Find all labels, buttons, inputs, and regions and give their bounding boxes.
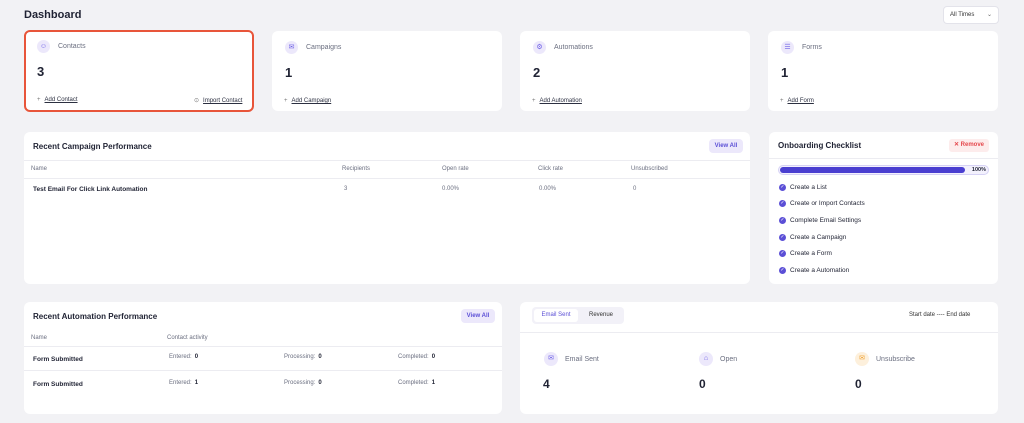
stat-label: Forms (802, 44, 822, 51)
entered-stat: Entered: 1 (169, 380, 199, 386)
divider (24, 370, 502, 371)
stats-tabs: Email Sent Revenue (532, 307, 624, 324)
recipients-value: 3 (344, 186, 348, 192)
open-rate-value: 0.00% (442, 186, 460, 192)
divider (24, 178, 750, 179)
add-form-link[interactable]: + Add Form (780, 98, 814, 104)
plus-icon: + (37, 97, 41, 103)
plus-icon: + (780, 98, 784, 104)
divider (24, 160, 750, 161)
plus-icon: + (284, 98, 288, 104)
time-filter-value: All Times (950, 12, 975, 18)
progress-label: 100% (971, 167, 986, 173)
metric-label: Email Sent (565, 356, 599, 363)
section-title: Onboarding Checklist (778, 141, 862, 150)
progress-bar: 100% (778, 165, 989, 175)
close-icon: ✕ (953, 142, 959, 148)
processing-stat: Processing: 0 (284, 354, 322, 360)
metric-value: 0 (699, 377, 706, 391)
onboarding-checklist-card: Onboarding Checklist ✕ Remove 100% ✓ Crea… (769, 132, 998, 284)
check-icon: ✓ (779, 217, 786, 224)
section-title: Recent Campaign Performance (33, 142, 152, 151)
divider (24, 346, 502, 347)
check-icon: ✓ (779, 250, 786, 257)
email-sent-icon: ✉ (544, 352, 558, 366)
mail-icon: ✉ (285, 41, 298, 54)
page-title: Dashboard (24, 9, 82, 21)
tab-email-sent[interactable]: Email Sent (534, 309, 578, 322)
column-header: Click rate (538, 166, 564, 172)
stat-value: 3 (37, 64, 45, 79)
stat-label: Contacts (58, 43, 86, 50)
stat-label: Automations (554, 44, 593, 51)
column-header: Unsubscribed (631, 166, 668, 172)
stat-card-automations[interactable]: ⚙ Automations 2 + Add Automation (520, 31, 750, 111)
email-stats-card: Email Sent Revenue Start date ---- End d… (520, 302, 998, 414)
check-icon: ✓ (779, 234, 786, 241)
stat-card-campaigns[interactable]: ✉ Campaigns 1 + Add Campaign (272, 31, 502, 111)
divider (520, 332, 998, 333)
tab-revenue[interactable]: Revenue (580, 309, 622, 322)
gear-icon: ⚙ (533, 41, 546, 54)
stat-card-forms[interactable]: ☰ Forms 1 + Add Form (768, 31, 998, 111)
stat-label: Campaigns (306, 44, 342, 51)
completed-stat: Completed: 0 (398, 354, 436, 360)
automation-name[interactable]: Form Submitted (33, 356, 83, 363)
completed-stat: Completed: 1 (398, 380, 436, 386)
column-header: Contact activity (167, 335, 208, 341)
plus-icon: + (532, 98, 536, 104)
divider (769, 158, 998, 159)
form-icon: ☰ (781, 41, 794, 54)
stat-value: 2 (533, 65, 541, 80)
campaign-performance-card: Recent Campaign Performance View All Nam… (24, 132, 750, 284)
metric-value: 0 (855, 377, 862, 391)
add-contact-link[interactable]: + Add Contact (37, 97, 78, 103)
check-icon: ✓ (779, 267, 786, 274)
stat-value: 1 (781, 65, 789, 80)
open-icon: ⌂ (699, 352, 713, 366)
time-filter-select[interactable]: All Times ⌄ (943, 6, 999, 24)
stat-card-contacts[interactable]: ☺ Contacts 3 + Add Contact ⊙ Import Contac… (24, 30, 254, 112)
column-header: Recipients (342, 166, 371, 172)
checklist-item[interactable]: ✓ Complete Email Settings (779, 217, 861, 224)
automation-name[interactable]: Form Submitted (33, 381, 83, 388)
check-icon: ✓ (779, 200, 786, 207)
progress-fill (780, 167, 965, 173)
date-range-picker[interactable]: Start date ---- End date (909, 312, 970, 318)
unsubscribed-value: 0 (633, 186, 637, 192)
processing-stat: Processing: 0 (284, 380, 322, 386)
stat-value: 1 (285, 65, 293, 80)
section-title: Recent Automation Performance (33, 312, 158, 321)
view-all-campaigns-button[interactable]: View All (709, 139, 743, 153)
column-header: Name (31, 166, 48, 172)
click-rate-value: 0.00% (539, 186, 557, 192)
chevron-down-icon: ⌄ (986, 12, 992, 18)
automation-performance-card: Recent Automation Performance View All N… (24, 302, 502, 414)
add-automation-link[interactable]: + Add Automation (532, 98, 582, 104)
entered-stat: Entered: 0 (169, 354, 199, 360)
metric-label: Open (720, 356, 738, 363)
unsubscribe-icon: ✉ (855, 352, 869, 366)
column-header: Open rate (442, 166, 469, 172)
add-campaign-link[interactable]: + Add Campaign (284, 98, 331, 104)
checklist-item[interactable]: ✓ Create a Automation (779, 267, 849, 274)
remove-button[interactable]: ✕ Remove (949, 139, 989, 152)
import-icon: ⊙ (194, 98, 200, 104)
column-header: Name (31, 335, 48, 341)
campaign-name[interactable]: Test Email For Click Link Automation (33, 186, 148, 193)
contact-icon: ☺ (37, 40, 50, 53)
view-all-automations-button[interactable]: View All (461, 309, 495, 323)
checklist-item[interactable]: ✓ Create a List (779, 184, 827, 191)
metric-value: 4 (543, 377, 550, 391)
checklist-item[interactable]: ✓ Create a Form (779, 250, 832, 257)
checklist-item[interactable]: ✓ Create or Import Contacts (779, 200, 865, 207)
metric-label: Unsubscribe (876, 356, 915, 363)
import-contact-link[interactable]: ⊙ Import Contact (194, 97, 242, 104)
check-icon: ✓ (779, 184, 786, 191)
checklist-item[interactable]: ✓ Create a Campaign (779, 234, 846, 241)
